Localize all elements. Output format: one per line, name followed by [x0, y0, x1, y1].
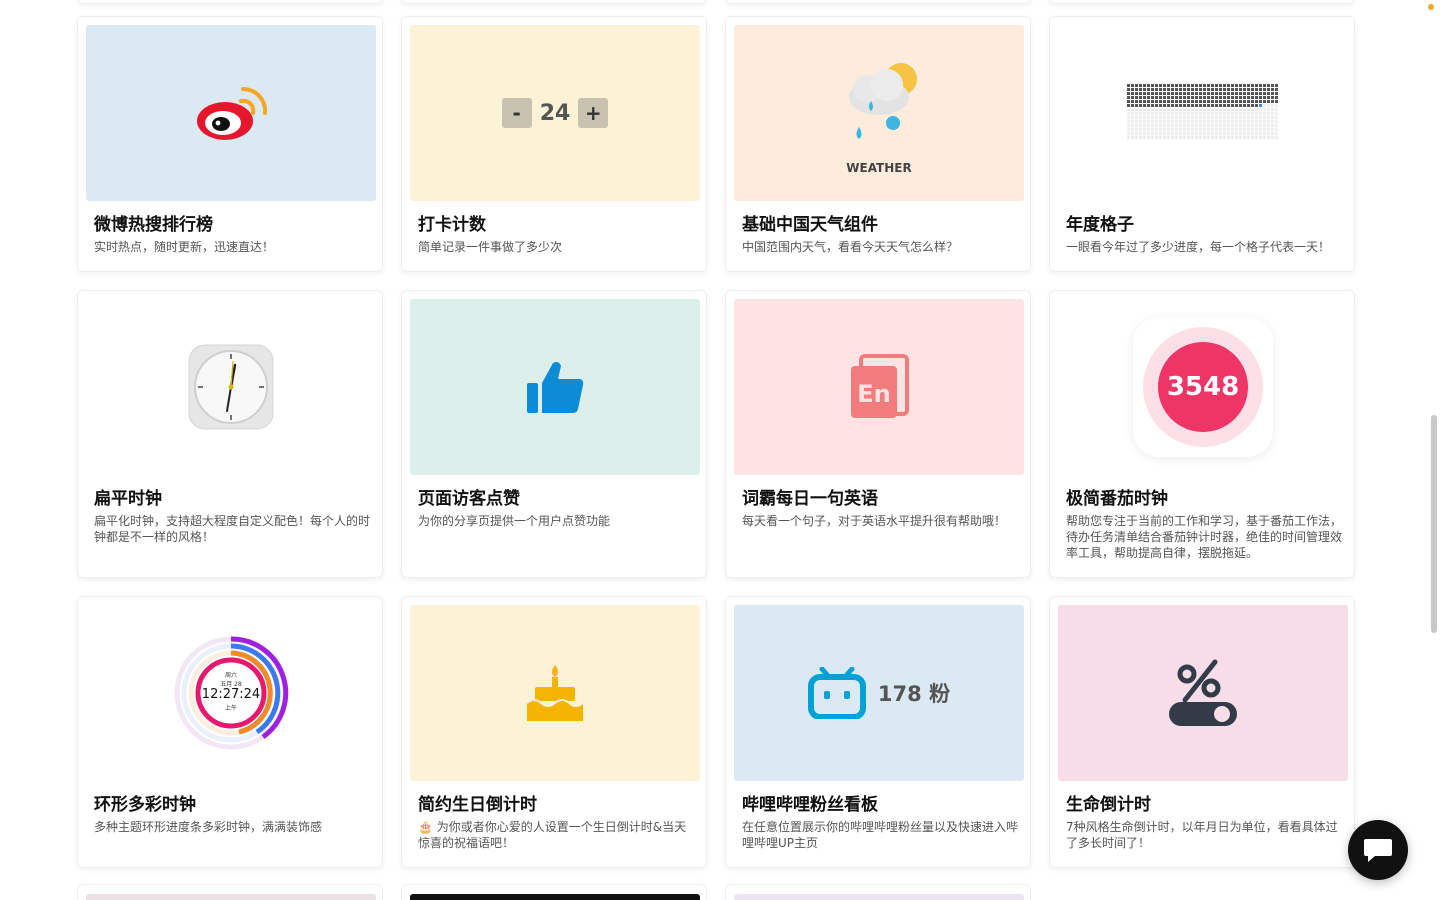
widget-card-english[interactable]: En 词霸每日一句英语 每天看一个句子，对于英语水平提升很有帮助哦！ — [725, 290, 1031, 578]
card-title: 环形多彩时钟 — [94, 795, 196, 815]
widget-card-pomodoro[interactable]: 3548 极简番茄时钟 帮助您专注于当前的工作和学习，基于番茄工作法，待办任务清… — [1049, 290, 1355, 578]
card-title: 页面访客点赞 — [418, 489, 520, 509]
widget-card-birthday[interactable]: 简约生日倒计时 🎂 为你或者你心爱的人设置一个生日倒计时&当天惊喜的祝福语吧！ — [401, 596, 707, 868]
card-description: 多种主题环形进度条多彩时钟，满满装饰感 — [94, 820, 323, 834]
birthday-cake-icon — [526, 665, 584, 721]
widget-card-like[interactable]: 页面访客点赞 为你的分享页提供一个用户点赞功能 — [401, 290, 707, 578]
widget-card-ring-clock[interactable]: 周六 五月 28 12:27:24 上午 环形多彩时钟 多种主题环形进度条多彩时… — [77, 596, 383, 868]
chat-button[interactable] — [1348, 820, 1408, 880]
card-description: 简单记录一件事做了多少次 — [418, 240, 563, 254]
card-description: 🎂 为你或者你心爱的人设置一个生日倒计时&当天惊喜的祝福语吧！ — [418, 820, 687, 850]
clock-icon — [188, 344, 274, 430]
card-thumbnail: 3548 — [1058, 299, 1348, 475]
partial-card[interactable] — [401, 0, 707, 4]
plus-button: + — [578, 98, 609, 128]
card-description: 一眼看今年过了多少进度，每一个格子代表一天！ — [1066, 240, 1331, 254]
card-thumbnail — [1058, 25, 1348, 201]
card-title: 极简番茄时钟 — [1066, 489, 1168, 509]
card-description: 在任意位置展示你的哔哩哔哩粉丝量以及快速进入哔哩哔哩UP主页 — [742, 820, 1019, 850]
year-grid-icon — [1127, 84, 1278, 139]
card-title: 词霸每日一句英语 — [742, 489, 878, 509]
partial-card[interactable] — [1049, 0, 1355, 4]
svg-text:周六: 周六 — [225, 671, 237, 679]
scrollbar[interactable] — [1428, 0, 1440, 900]
partial-card[interactable] — [401, 884, 707, 900]
partial-card[interactable] — [725, 0, 1031, 4]
card-title: 扁平时钟 — [94, 489, 162, 509]
card-thumbnail — [86, 25, 376, 201]
widget-grid: 微博热搜排行榜 实时热点，随时更新，迅速直达！ - 24 + 打卡计数 简单记录… — [0, 0, 1440, 900]
card-title: 简约生日倒计时 — [418, 795, 537, 815]
card-description: 中国范围内天气，看看今天天气怎么样？ — [742, 240, 959, 254]
thumbs-up-icon — [527, 362, 584, 413]
card-description: 帮助您专注于当前的工作和学习，基于番茄工作法，待办任务清单结合番茄钟计时器，绝佳… — [1066, 514, 1343, 560]
pomodoro-icon: 3548 — [1133, 317, 1273, 457]
english-book-icon: En — [851, 354, 909, 418]
widget-card-weather[interactable]: WEATHER 基础中国天气组件 中国范围内天气，看看今天天气怎么样？ — [725, 16, 1031, 272]
partial-card[interactable] — [77, 0, 383, 4]
counter-value: 24 — [539, 100, 571, 126]
weather-icon — [849, 63, 917, 139]
card-thumbnail: 周六 五月 28 12:27:24 上午 — [86, 605, 376, 781]
partial-card[interactable] — [77, 884, 383, 900]
card-thumbnail — [86, 299, 376, 475]
card-title: 微博热搜排行榜 — [94, 215, 213, 235]
chat-bubble-icon — [1364, 839, 1392, 862]
svg-text:12:27:24: 12:27:24 — [202, 687, 260, 702]
card-description: 7种风格生命倒计时，以年月日为单位，看看具体过了多长时间了！ — [1066, 820, 1338, 850]
partial-card[interactable] — [725, 884, 1031, 900]
ring-clock-icon: 周六 五月 28 12:27:24 上午 — [174, 636, 289, 750]
card-title: 生命倒计时 — [1066, 795, 1151, 815]
card-thumbnail — [1058, 605, 1348, 781]
card-thumbnail: WEATHER — [734, 25, 1024, 201]
card-description: 扁平化时钟，支持超大程度自定义配色！每个人的时钟都是不一样的风格！ — [94, 514, 371, 544]
widget-card-year-grid[interactable]: 年度格子 一眼看今年过了多少进度，每一个格子代表一天！ — [1049, 16, 1355, 272]
percent-toggle-icon — [1169, 659, 1237, 726]
card-thumbnail — [410, 299, 700, 475]
widget-card-weibo[interactable]: 微博热搜排行榜 实时热点，随时更新，迅速直达！ — [77, 16, 383, 272]
counter-icon: - 24 + — [501, 98, 609, 128]
card-title: 年度格子 — [1066, 215, 1134, 235]
bilibili-fans-count: 178 粉 — [877, 682, 951, 706]
card-thumbnail — [410, 605, 700, 781]
pomodoro-value: 3548 — [1158, 342, 1248, 432]
card-thumbnail: En — [734, 299, 1024, 475]
widget-card-counter[interactable]: - 24 + 打卡计数 简单记录一件事做了多少次 — [401, 16, 707, 272]
english-logo-text: En — [857, 380, 890, 408]
card-thumbnail: - 24 + — [410, 25, 700, 201]
widget-card-bilibili[interactable]: 178 粉 哔哩哔哩粉丝看板 在任意位置展示你的哔哩哔哩粉丝量以及快速进入哔哩哔… — [725, 596, 1031, 868]
card-title: 打卡计数 — [418, 215, 486, 235]
scrollbar-thumb[interactable] — [1431, 415, 1437, 633]
weibo-logo-icon — [197, 86, 267, 140]
bilibili-widget: 178 粉 — [807, 667, 951, 719]
card-thumbnail: 178 粉 — [734, 605, 1024, 781]
card-title: 哔哩哔哩粉丝看板 — [742, 795, 878, 815]
card-description: 实时热点，随时更新，迅速直达！ — [94, 240, 275, 254]
card-description: 为你的分享页提供一个用户点赞功能 — [418, 514, 611, 528]
minus-button: - — [501, 98, 532, 128]
card-title: 基础中国天气组件 — [742, 215, 878, 235]
bilibili-icon — [807, 667, 866, 719]
card-description: 每天看一个句子，对于英语水平提升很有帮助哦！ — [742, 514, 1007, 528]
weather-label: WEATHER — [846, 161, 912, 175]
widget-card-flat-clock[interactable]: 扁平时钟 扁平化时钟，支持超大程度自定义配色！每个人的时钟都是不一样的风格！ — [77, 290, 383, 578]
svg-text:上午: 上午 — [225, 704, 237, 712]
widget-card-life-countdown[interactable]: 生命倒计时 7种风格生命倒计时，以年月日为单位，看看具体过了多长时间了！ — [1049, 596, 1355, 868]
